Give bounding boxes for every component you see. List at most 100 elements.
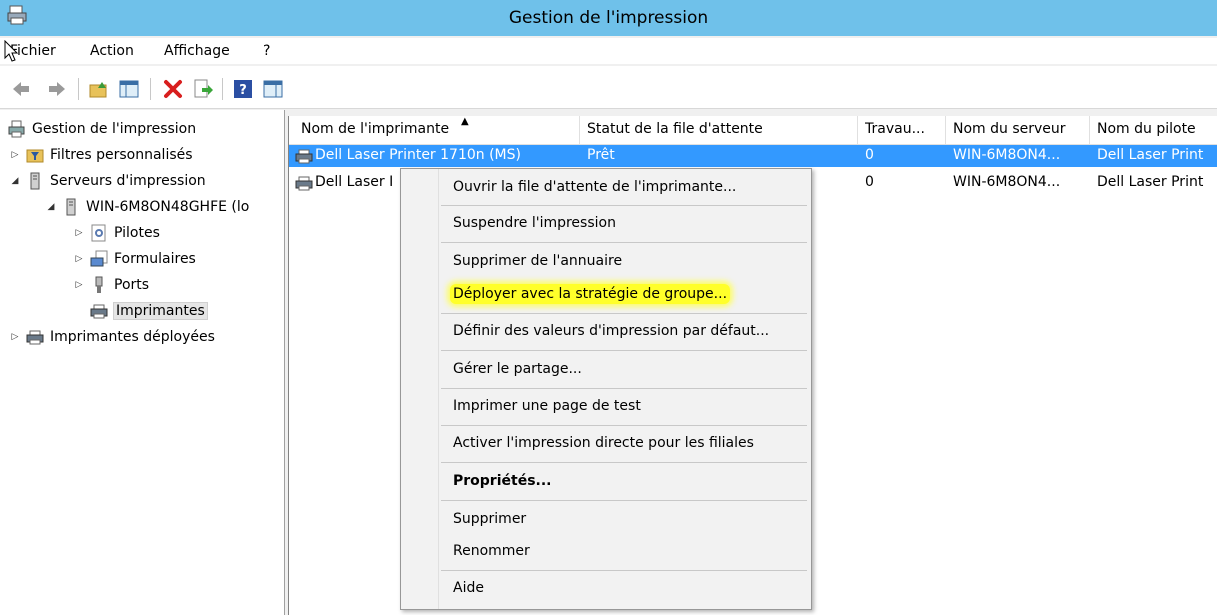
menu-item-open-queue[interactable]: Ouvrir la file d'attente de l'imprimante… [453,179,736,195]
context-menu: Ouvrir la file d'attente de l'imprimante… [400,168,812,610]
menu-separator [441,242,807,243]
menu-item-rename[interactable]: Renommer [453,543,530,559]
driver-cell: Dell Laser Print [1097,174,1204,190]
menu-item-pause[interactable]: Suspendre l'impression [453,215,616,231]
svg-text:?: ? [239,83,247,98]
status-cell: Prêt [587,147,615,163]
column-divider[interactable] [579,116,580,144]
printer-icon [26,330,44,345]
menu-separator [441,350,807,351]
tree-label: Imprimantes déployées [50,329,215,345]
forward-icon[interactable] [46,78,68,100]
tree-label: Serveurs d'impression [50,173,206,189]
forms-icon [90,250,108,267]
menu-item-print-test[interactable]: Imprimer une page de test [453,398,641,414]
expand-icon[interactable]: ▷ [72,228,86,238]
column-divider[interactable] [857,116,858,144]
tree-item-ports[interactable]: ▷ Ports [72,274,149,296]
printer-name-cell: Dell Laser Printer 1710n (MS) [315,147,521,163]
collapse-icon[interactable]: ◢ [8,176,22,186]
help-icon[interactable]: ? [232,78,254,100]
column-header-jobs[interactable]: Travau... [865,121,945,137]
jobs-cell: 0 [865,174,874,190]
tree-item-filters[interactable]: ▷ Filtres personnalisés [8,144,193,166]
filter-folder-icon [26,149,44,163]
title-bar: Gestion de l'impression [0,0,1217,36]
column-header-driver[interactable]: Nom du pilote [1097,121,1217,137]
menu-item-manage-sharing[interactable]: Gérer le partage... [453,361,582,377]
expand-icon[interactable]: ▷ [8,332,22,342]
column-divider[interactable] [945,116,946,144]
tree-label: Filtres personnalisés [50,147,193,163]
toolbar-separator [222,78,223,100]
column-divider[interactable] [1089,116,1090,144]
export-icon[interactable] [192,78,214,100]
tree-item-printers[interactable]: Imprimantes [90,300,208,322]
menu-item-set-defaults[interactable]: Définir des valeurs d'impression par déf… [453,323,769,339]
menu-item-deploy-gpo[interactable]: Déployer avec la stratégie de groupe... [450,284,731,304]
menu-separator [441,500,807,501]
menu-item-direct-printing[interactable]: Activer l'impression directe pour les fi… [453,435,754,451]
mouse-cursor-icon [4,40,19,62]
expand-icon[interactable]: ▷ [72,254,86,264]
server-icon [66,198,76,216]
list-header: Nom de l'imprimante ▲ Statut de la file … [289,116,1217,145]
expand-icon[interactable]: ▷ [72,280,86,290]
menu-affichage[interactable]: Affichage [164,43,230,59]
menu-separator [441,425,807,426]
tree-item-deployed[interactable]: ▷ Imprimantes déployées [8,326,215,348]
view-icon[interactable] [262,78,284,100]
tree-label: Gestion de l'impression [32,121,197,137]
menu-item-remove-directory[interactable]: Supprimer de l'annuaire [453,253,622,269]
table-row[interactable]: Dell Laser Printer 1710n (MS) Prêt 0 WIN… [289,145,1217,167]
print-management-icon [8,120,25,138]
delete-icon[interactable] [162,78,184,100]
tree-label: Formulaires [114,251,196,267]
printer-icon [90,304,108,319]
tree-label: Pilotes [114,225,160,241]
menu-separator [441,313,807,314]
up-folder-icon[interactable] [88,78,110,100]
tree-item-root[interactable]: Gestion de l'impression [8,118,196,140]
sort-arrow-icon: ▲ [461,116,469,127]
menu-item-properties[interactable]: Propriétés... [453,473,551,489]
column-header-name[interactable]: Nom de l'imprimante [301,121,581,137]
toolbar-separator [150,78,151,100]
server-cell: WIN-6M8ON4... [953,147,1061,163]
toolbar-separator [78,78,79,100]
tree-item-server[interactable]: ◢ WIN-6M8ON48GHFE (lo [44,196,249,218]
tree-label: WIN-6M8ON48GHFE (lo [86,199,250,215]
menu-item-help[interactable]: Aide [453,580,484,596]
tree-item-forms[interactable]: ▷ Formulaires [72,248,196,270]
expand-icon[interactable]: ▷ [8,150,22,160]
menu-help[interactable]: ? [263,43,270,59]
jobs-cell: 0 [865,147,874,163]
column-header-status[interactable]: Statut de la file d'attente [587,121,857,137]
menu-separator [441,570,807,571]
column-header-server[interactable]: Nom du serveur [953,121,1089,137]
navigation-tree: Gestion de l'impression ▷ Filtres person… [0,110,285,615]
tree-item-servers[interactable]: ◢ Serveurs d'impression [8,170,206,192]
server-icon [30,172,40,190]
menu-separator [441,462,807,463]
tree-label: Imprimantes [113,302,208,320]
driver-cell: Dell Laser Print [1097,147,1204,163]
show-hide-tree-icon[interactable] [118,78,140,100]
collapse-icon[interactable]: ◢ [44,202,58,212]
menu-item-delete[interactable]: Supprimer [453,511,526,527]
menu-gutter [438,169,439,609]
printer-icon [295,176,313,191]
printer-icon [295,149,313,164]
tree-item-drivers[interactable]: ▷ Pilotes [72,222,160,244]
menu-separator [441,388,807,389]
back-icon[interactable] [10,78,32,100]
menu-action[interactable]: Action [90,43,134,59]
toolbar: ? [0,66,1217,109]
driver-icon [91,224,106,242]
tree-label: Ports [114,277,150,293]
port-icon [95,276,103,293]
menu-separator [441,205,807,206]
server-cell: WIN-6M8ON4... [953,174,1061,190]
window-title: Gestion de l'impression [508,8,709,28]
menu-bar: Fichier Action Affichage ? [0,38,1217,64]
